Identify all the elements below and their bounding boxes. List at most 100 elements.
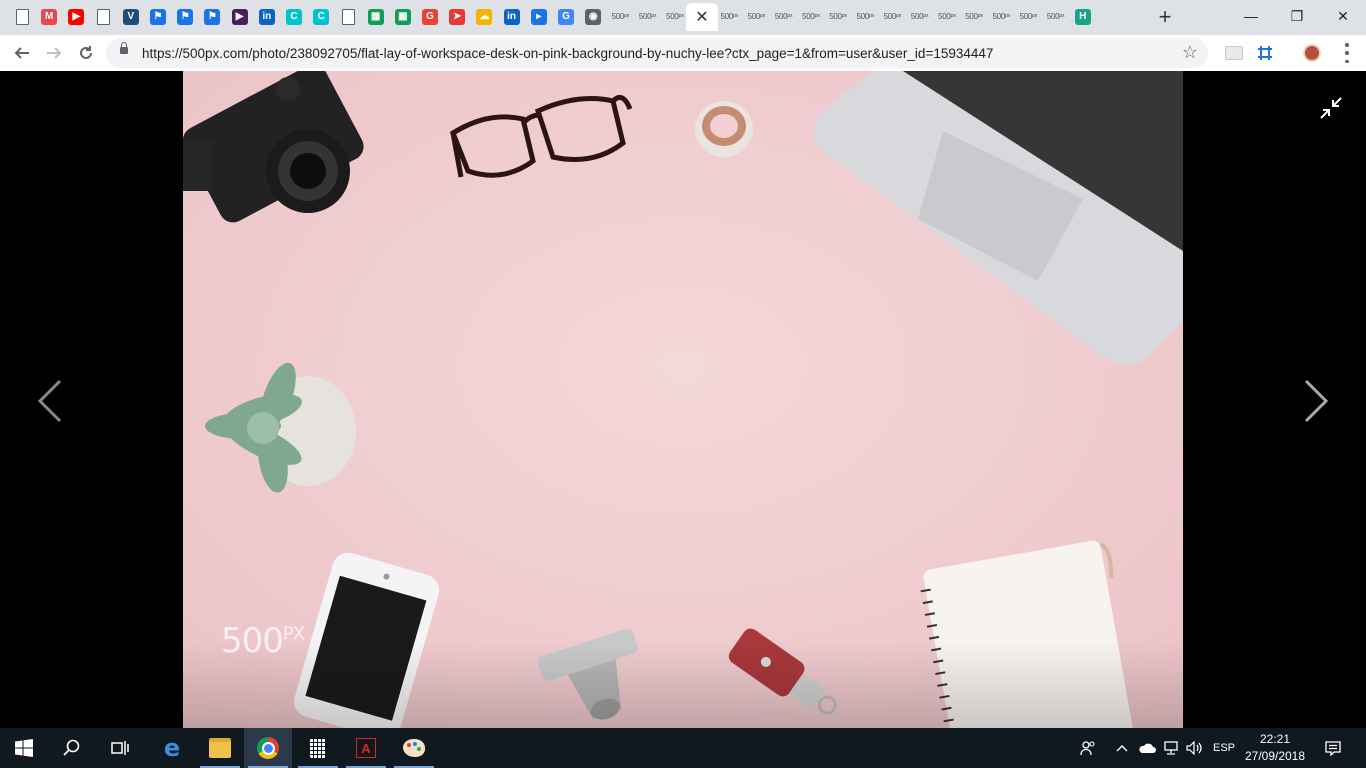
url-text[interactable]: https://500px.com/photo/238092705/flat-l… (142, 46, 993, 61)
500px-icon: 500ᵖˣ (856, 12, 874, 21)
chevron-up-icon[interactable] (1112, 728, 1132, 768)
photo-viewer: 500PX (0, 71, 1366, 728)
search-button[interactable] (48, 728, 96, 768)
tab[interactable]: 500ᵖˣ (799, 3, 823, 31)
system-clock[interactable]: 22:21 27/09/2018 (1240, 731, 1310, 765)
onedrive-cloud-icon[interactable] (1136, 728, 1158, 768)
file-explorer-app[interactable] (196, 728, 244, 768)
tab[interactable]: 500ᵖˣ (717, 3, 741, 31)
tab[interactable]: G (554, 3, 578, 31)
forward-button[interactable] (40, 39, 68, 67)
tab[interactable]: G (418, 3, 442, 31)
tab[interactable]: 500ᵖˣ (962, 3, 986, 31)
youtube-icon: ▶ (68, 9, 85, 25)
tab[interactable] (92, 3, 116, 31)
tab[interactable]: M (37, 3, 61, 31)
tab[interactable]: ▦ (364, 3, 388, 31)
folder-icon (209, 738, 231, 758)
tab[interactable]: ⚑ (173, 3, 197, 31)
tab[interactable]: 500ᵖˣ (608, 3, 632, 31)
tab-strip: M ▶ V ⚑ ⚑ ⚑ ▶ in C C ▦ ▦ G ➤ ☁ in ▸ G ◉ 500ᵖˣ 500ᵖˣ 500ᵖˣ ✕ 500… (0, 0, 1366, 35)
tab[interactable]: V (119, 3, 143, 31)
chrome-menu-button[interactable] (1345, 43, 1349, 63)
tab[interactable]: 500ᵖˣ (772, 3, 796, 31)
previous-photo-arrow[interactable] (30, 371, 70, 431)
500px-icon: 500ᵖˣ (1046, 12, 1065, 21)
tab-active[interactable]: ✕ (686, 3, 718, 31)
camera-icon: ◉ (585, 9, 602, 25)
address-bar[interactable]: https://500px.com/photo/238092705/flat-l… (106, 38, 1208, 68)
profile-avatar[interactable] (1300, 41, 1324, 65)
tab[interactable]: H (1071, 3, 1095, 31)
people-icon[interactable] (1076, 728, 1100, 768)
vertex-icon: V (122, 9, 139, 25)
tab[interactable]: 500ᵖˣ (636, 3, 660, 31)
lock-icon[interactable] (120, 42, 128, 54)
extension-icon[interactable] (1222, 41, 1246, 65)
input-language-indicator[interactable]: ESP (1208, 728, 1240, 768)
tab[interactable]: in (255, 3, 279, 31)
tab[interactable]: ☁ (472, 3, 496, 31)
canva-icon: C (286, 9, 302, 25)
next-photo-arrow[interactable] (1296, 371, 1336, 431)
canva-icon: C (313, 9, 330, 25)
paint-app[interactable] (390, 728, 438, 768)
action-center-icon[interactable] (1318, 728, 1348, 768)
tab[interactable]: ◉ (581, 3, 605, 31)
tab[interactable]: 500ᵖˣ (1044, 3, 1068, 31)
grid-extension-icon[interactable] (1253, 41, 1277, 65)
bookmark-star-icon[interactable]: ☆ (1182, 42, 1198, 63)
flag-icon: ⚑ (177, 9, 194, 25)
back-button[interactable] (8, 39, 36, 67)
restore-button[interactable]: ❐ (1274, 0, 1320, 32)
new-tab-button[interactable]: + (1155, 4, 1175, 29)
tab[interactable]: 500ᵖˣ (1016, 3, 1040, 31)
tab[interactable]: 500ᵖˣ (853, 3, 877, 31)
tab[interactable]: C (282, 3, 306, 31)
edge-app[interactable]: e (148, 728, 196, 768)
tab[interactable] (336, 3, 360, 31)
tab[interactable]: ▶ (228, 3, 252, 31)
500px-icon: 500ᵖˣ (774, 12, 793, 21)
tab[interactable]: 500ᵖˣ (663, 3, 687, 31)
500px-icon: 500ᵖˣ (883, 12, 902, 21)
tab[interactable]: 500ᵖˣ (880, 3, 904, 31)
tab[interactable]: ➤ (445, 3, 469, 31)
tab[interactable]: ▸ (527, 3, 551, 31)
reload-button[interactable] (72, 39, 100, 67)
chrome-app[interactable] (244, 728, 292, 768)
tab[interactable]: C (309, 3, 333, 31)
exit-fullscreen-icon[interactable] (1318, 95, 1344, 121)
volume-icon[interactable] (1184, 728, 1206, 768)
500px-icon: 500ᵖˣ (802, 12, 820, 21)
tab[interactable]: 500ᵖˣ (826, 3, 850, 31)
500px-icon: 500ᵖˣ (938, 12, 956, 21)
linkedin-icon: in (503, 9, 520, 25)
play-icon: ▶ (231, 9, 248, 25)
tab[interactable]: ▶ (64, 3, 88, 31)
tab[interactable]: 500ᵖˣ (908, 3, 932, 31)
tab[interactable]: 500ᵖˣ (989, 3, 1013, 31)
browser-toolbar: https://500px.com/photo/238092705/flat-l… (0, 35, 1366, 72)
tab[interactable]: ▦ (391, 3, 415, 31)
tab[interactable]: 500ᵖˣ (744, 3, 768, 31)
task-view-icon (111, 741, 129, 755)
back-arrow-icon (14, 47, 29, 59)
forward-arrow-icon (47, 47, 62, 59)
start-button[interactable] (0, 728, 48, 768)
acrobat-icon: A (356, 738, 376, 758)
tab[interactable]: in (500, 3, 524, 31)
tab[interactable]: ⚑ (146, 3, 170, 31)
acrobat-app[interactable]: A (342, 728, 390, 768)
tab[interactable] (10, 3, 34, 31)
close-icon[interactable]: ✕ (695, 7, 708, 27)
close-window-button[interactable]: ✕ (1320, 0, 1366, 32)
task-view-button[interactable] (96, 728, 144, 768)
redirect-icon: ➤ (449, 9, 466, 25)
calculator-app[interactable] (294, 728, 342, 768)
tab[interactable]: ⚑ (200, 3, 224, 31)
edge-icon: e (163, 734, 181, 762)
tab[interactable]: 500ᵖˣ (935, 3, 959, 31)
minimize-button[interactable]: — (1228, 0, 1274, 32)
network-icon[interactable] (1160, 728, 1182, 768)
